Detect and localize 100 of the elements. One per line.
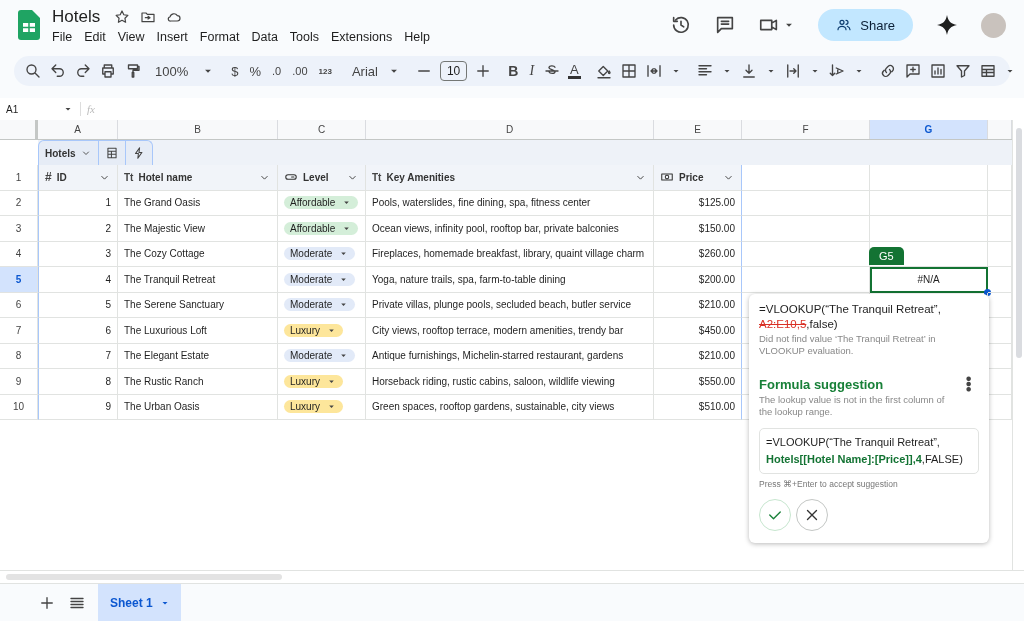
table-cell: 3 xyxy=(38,241,118,267)
column-header[interactable]: D xyxy=(366,120,654,139)
empty-cell[interactable] xyxy=(870,165,988,191)
row-number[interactable]: 1 xyxy=(0,165,38,191)
menu-item[interactable]: Help xyxy=(398,29,436,45)
menu-item[interactable]: Tools xyxy=(283,29,326,45)
table-cell: Fireplaces, homemade breakfast, library, quaint village charm xyxy=(366,241,654,267)
row-number[interactable]: 5 xyxy=(0,267,38,293)
column-header[interactable]: B xyxy=(118,120,278,139)
share-button[interactable]: Share xyxy=(818,9,913,41)
bold-button[interactable]: B xyxy=(506,63,521,79)
add-comment-icon[interactable] xyxy=(903,62,922,80)
row-number[interactable]: 9 xyxy=(0,369,38,395)
cell-reference-tooltip: G5 xyxy=(869,247,904,265)
row-number[interactable]: 4 xyxy=(0,241,38,267)
column-type-label: Tt xyxy=(372,171,382,183)
table-column-header[interactable]: # ID xyxy=(38,165,118,191)
level-chip[interactable]: Luxury xyxy=(284,374,343,388)
scrollbar-thumb[interactable] xyxy=(6,574,282,580)
font-dropdown[interactable]: Arial xyxy=(347,63,380,79)
menu-item[interactable]: Insert xyxy=(150,29,194,45)
borders-icon[interactable] xyxy=(619,62,638,80)
currency-button[interactable]: $ xyxy=(229,63,241,79)
level-chip[interactable]: Affordable xyxy=(284,221,359,235)
name-box[interactable]: A1 xyxy=(6,103,56,115)
level-chip[interactable]: Moderate xyxy=(284,349,356,363)
number-format-button[interactable]: 123 xyxy=(316,66,334,76)
level-chip[interactable]: Moderate xyxy=(284,272,356,286)
table-cell: 5 xyxy=(38,292,118,318)
level-chip[interactable]: Moderate xyxy=(284,247,356,261)
add-sheet-icon[interactable] xyxy=(38,594,56,612)
level-chip[interactable]: Luxury xyxy=(284,400,343,414)
empty-cell[interactable] xyxy=(742,190,870,216)
table-icon[interactable] xyxy=(978,62,997,80)
table-cell: Antique furnishings, Michelin-starred restaurant, gardens xyxy=(366,343,654,369)
people-icon xyxy=(836,17,853,33)
column-type-label: # xyxy=(45,170,52,185)
menu-item[interactable]: Format xyxy=(193,29,246,45)
menu-item[interactable]: Edit xyxy=(78,29,112,45)
empty-cell[interactable] xyxy=(742,216,870,242)
empty-cell[interactable] xyxy=(870,216,988,242)
table-cell: The Tranquil Retreat xyxy=(118,267,278,293)
suggestion-description: The lookup value is not in the first column of the lookup range. xyxy=(759,394,946,418)
menu-item[interactable]: Data xyxy=(245,29,284,45)
row-number[interactable]: 10 xyxy=(0,394,38,420)
row-number[interactable]: 2 xyxy=(0,190,38,216)
column-header[interactable]: A xyxy=(38,120,118,139)
level-chip[interactable]: Moderate xyxy=(284,298,356,312)
chart-icon[interactable] xyxy=(928,62,947,80)
table-cell: The Grand Oasis xyxy=(118,190,278,216)
row-number[interactable]: 3 xyxy=(0,216,38,242)
document-title[interactable]: Hotels xyxy=(52,7,101,27)
search-icon[interactable] xyxy=(24,62,42,80)
font-size-field[interactable]: 10 xyxy=(439,61,468,81)
menu-item[interactable]: File xyxy=(46,29,79,45)
row-number[interactable]: 6 xyxy=(0,292,38,318)
table-cell: $550.00 xyxy=(654,369,742,395)
table-cell: The Cozy Cottage xyxy=(118,241,278,267)
table-cell: $510.00 xyxy=(654,394,742,420)
italic-button[interactable]: I xyxy=(527,63,537,79)
undo-icon[interactable] xyxy=(49,62,67,80)
move-folder-icon[interactable] xyxy=(140,9,157,25)
percent-button[interactable]: % xyxy=(247,63,264,79)
column-header[interactable]: C xyxy=(278,120,366,139)
empty-cell[interactable] xyxy=(742,267,870,293)
table-cell: 6 xyxy=(38,318,118,344)
menu-item[interactable]: View xyxy=(111,29,151,45)
empty-cell[interactable] xyxy=(870,190,988,216)
scrollbar-thumb[interactable] xyxy=(1016,128,1022,358)
table-cell: Horseback riding, rustic cabins, saloon, wildlife viewing xyxy=(366,369,654,395)
table-column-header[interactable]: Level xyxy=(278,165,366,191)
error-message: Did not find value ‘The Tranquil Retreat’ in VLOOKUP evaluation. xyxy=(759,333,937,357)
row-number[interactable]: 8 xyxy=(0,343,38,369)
table-column-header[interactable]: Tt Hotel name xyxy=(118,165,278,191)
table-cell: 2 xyxy=(38,216,118,242)
print-icon[interactable] xyxy=(99,62,117,80)
level-chip[interactable]: Affordable xyxy=(284,196,359,210)
table-column-header[interactable]: Tt Key Amenities xyxy=(366,165,654,191)
filter-icon[interactable] xyxy=(953,62,972,80)
table-column-header[interactable]: Price xyxy=(654,165,742,191)
menu-item[interactable]: Extensions xyxy=(325,29,399,45)
spreadsheet-logo-icon[interactable] xyxy=(18,10,40,40)
row-number[interactable]: 7 xyxy=(0,318,38,344)
text-color-button[interactable]: A xyxy=(568,63,581,79)
suggested-formula: =VLOOKUP(“The Tranquil Retreat”, Hotels[[Hotel Name]:[Price]],4,FALSE) xyxy=(759,428,979,474)
function-label: fx xyxy=(87,103,95,115)
star-icon[interactable] xyxy=(114,9,131,25)
column-header[interactable]: G xyxy=(870,120,988,139)
table-cell: City views, rooftop terrace, modern amenities, trendy bar xyxy=(366,318,654,344)
column-header[interactable]: E xyxy=(654,120,742,139)
table-cell: $260.00 xyxy=(654,241,742,267)
sheet-tab[interactable]: Sheet 1 xyxy=(98,584,181,621)
decrease-decimal-button[interactable]: .0 xyxy=(270,65,284,77)
table-icon[interactable] xyxy=(104,146,119,160)
level-chip[interactable]: Luxury xyxy=(284,323,343,337)
redo-icon[interactable] xyxy=(74,62,92,80)
table-cell: $200.00 xyxy=(654,267,742,293)
merge-icon[interactable] xyxy=(644,62,663,80)
zoom-dropdown[interactable]: 100% xyxy=(149,63,195,79)
increase-decimal-button[interactable]: .00 xyxy=(290,65,310,77)
